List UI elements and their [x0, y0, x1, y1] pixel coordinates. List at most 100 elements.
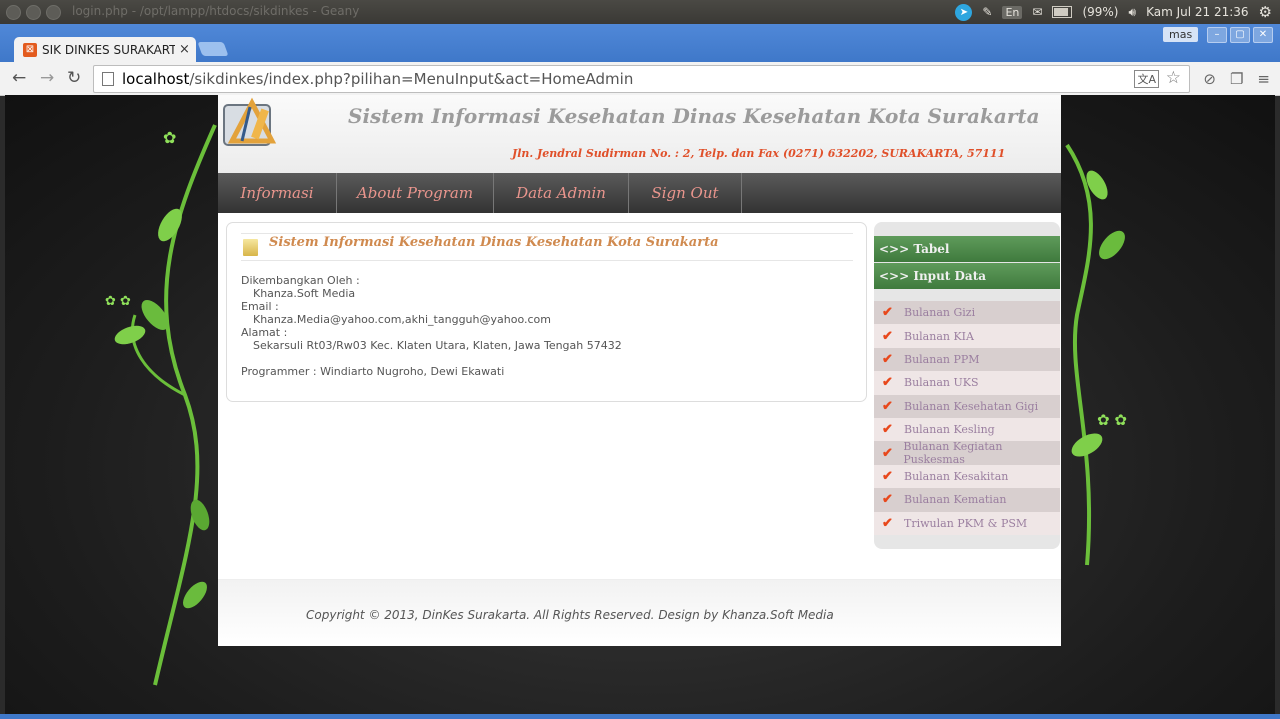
sidebar-item-label: Bulanan Gizi	[904, 306, 976, 320]
maximize-window-icon[interactable]	[46, 5, 61, 20]
right-vine-decoration: ✿ ✿	[1065, 143, 1127, 566]
close-icon[interactable]: ✕	[1253, 27, 1273, 43]
email-value: Khanza.Media@yahoo.com,akhi_tangguh@yaho…	[253, 313, 551, 326]
info-text: Dikembangkan Oleh : Khanza.Soft Media Em…	[241, 274, 622, 378]
mail-icon[interactable]: ✉	[1032, 5, 1042, 19]
battery-percent: (99%)	[1082, 5, 1119, 19]
forward-arrow-icon[interactable]: →	[40, 68, 54, 88]
sidebar-item-label: Bulanan PPM	[904, 352, 980, 366]
menu-item-informasi[interactable]: Informasi	[218, 173, 337, 213]
gear-icon[interactable]: ⚙	[1259, 3, 1272, 21]
address-value: Sekarsuli Rt03/Rw03 Kec. Klaten Utara, K…	[253, 339, 622, 352]
svg-text:✿: ✿	[163, 128, 176, 147]
check-icon: ✔	[882, 515, 893, 531]
sidebar-item-label: Bulanan KIA	[904, 329, 974, 343]
browser-chrome: ⊠ SIK DINKES SURAKARTA × mas – ▢ ✕ ← → ↻…	[0, 24, 1280, 96]
window-title: login.php - /opt/lampp/htdocs/sikdinkes …	[72, 4, 360, 18]
content-title: Sistem Informasi Kesehatan Dinas Kesehat…	[269, 235, 719, 250]
sidebar-item-bulanan-kesling[interactable]: ✔ Bulanan Kesling	[874, 417, 1060, 442]
window-buttons[interactable]	[6, 5, 61, 20]
bookmark-star-icon[interactable]: ☆	[1166, 68, 1181, 88]
minimize-icon[interactable]: –	[1207, 27, 1227, 43]
sidebar-input-list: ✔ Bulanan Gizi ✔ Bulanan KIA ✔ Bulanan PPM …	[874, 301, 1060, 535]
url-host: localhost	[122, 70, 190, 88]
pen-icon[interactable]: ✎	[982, 5, 992, 19]
sidebar-item-bulanan-kesehatan-gigi[interactable]: ✔ Bulanan Kesehatan Gigi	[874, 394, 1060, 418]
new-tab-button[interactable]	[197, 42, 229, 56]
check-icon: ✔	[882, 375, 893, 391]
programmer-text: Programmer : Windiarto Nugroho, Dewi Eka…	[241, 365, 505, 378]
check-icon: ✔	[882, 468, 893, 484]
svg-text:✿ ✿: ✿ ✿	[105, 294, 131, 309]
sidebar-item-triwulan-pkm-psm[interactable]: ✔ Triwulan PKM & PSM	[874, 511, 1060, 535]
window-bottom-border	[0, 714, 1280, 719]
window-controls: – ▢ ✕	[1207, 27, 1273, 43]
battery-icon[interactable]	[1052, 6, 1073, 18]
tab-active[interactable]: ⊠ SIK DINKES SURAKARTA ×	[14, 37, 196, 62]
keyboard-layout[interactable]: En	[1002, 5, 1023, 19]
minimize-window-icon[interactable]	[26, 5, 41, 20]
menu-item-sign-out[interactable]: Sign Out	[629, 173, 742, 213]
sidebar-tabel[interactable]: <>> Tabel	[874, 236, 1060, 262]
sidebar-input-data[interactable]: <>> Input Data	[874, 263, 1060, 289]
developer-value: Khanza.Soft Media	[253, 287, 356, 300]
telegram-icon[interactable]: ➤	[955, 3, 973, 21]
sidebar-item-bulanan-ppm[interactable]: ✔ Bulanan PPM	[874, 347, 1060, 372]
profile-badge[interactable]: mas	[1163, 27, 1199, 42]
content-header: Sistem Informasi Kesehatan Dinas Kesehat…	[241, 233, 853, 261]
check-icon: ✔	[882, 398, 893, 414]
check-icon: ✔	[882, 422, 893, 438]
tab-title: SIK DINKES SURAKARTA	[42, 42, 175, 57]
clock[interactable]: Kam Jul 21 21:36	[1146, 5, 1248, 19]
volume-icon[interactable]: 🔊︎	[1129, 5, 1137, 20]
extension-icons: ⊘ ❐ ≡	[1203, 70, 1270, 88]
developer-label: Dikembangkan Oleh :	[241, 274, 360, 287]
extension-icon[interactable]: ❐	[1230, 70, 1243, 88]
sidebar-item-bulanan-uks[interactable]: ✔ Bulanan UKS	[874, 371, 1060, 395]
sidebar-item-bulanan-kegiatan-puskesmas[interactable]: ✔ Bulanan Kegiatan Puskesmas	[874, 440, 1060, 467]
address-bar[interactable]: localhost/sikdinkes/index.php?pilihan=Me…	[93, 65, 1190, 93]
translate-icon[interactable]: 文A	[1134, 70, 1159, 88]
sidebar-item-label: Bulanan Kesakitan	[904, 469, 1009, 483]
sidebar-item-bulanan-gizi[interactable]: ✔ Bulanan Gizi	[874, 301, 1060, 325]
check-icon: ✔	[882, 328, 893, 344]
sidebar-item-label: Bulanan UKS	[904, 376, 979, 390]
svg-text:✿ ✿: ✿ ✿	[1097, 411, 1127, 429]
sidebar-item-bulanan-kematian[interactable]: ✔ Bulanan Kematian	[874, 488, 1060, 512]
tab-strip: ⊠ SIK DINKES SURAKARTA × mas – ▢ ✕	[0, 24, 1280, 62]
tab-close-icon[interactable]: ×	[179, 42, 190, 57]
browser-toolbar: ← → ↻ localhost/sikdinkes/index.php?pili…	[0, 62, 1280, 96]
close-window-icon[interactable]	[6, 5, 21, 20]
menu-icon[interactable]: ≡	[1257, 70, 1270, 88]
sidebar-item-bulanan-kesakitan[interactable]: ✔ Bulanan Kesakitan	[874, 464, 1060, 489]
email-label: Email :	[241, 300, 279, 313]
sidebar-item-label: Triwulan PKM & PSM	[904, 516, 1028, 530]
menu-item-about-program[interactable]: About Program	[337, 173, 494, 213]
sidebar-item-label: Bulanan Kematian	[904, 493, 1007, 507]
back-arrow-icon[interactable]: ←	[12, 68, 26, 88]
site-address: Jln. Jendral Sudirman No. : 2, Telp. dan…	[512, 147, 1006, 160]
menu-item-data-admin[interactable]: Data Admin	[494, 173, 629, 213]
system-tray: ➤ ✎ En ✉ (99%) 🔊︎ Kam Jul 21 21:36 ⚙	[955, 3, 1272, 21]
check-icon: ✔	[882, 351, 893, 367]
address-label: Alamat :	[241, 326, 288, 339]
site-header: Sistem Informasi Kesehatan Dinas Kesehat…	[218, 95, 1061, 174]
sidebar: <>> Tabel <>> Input Data ✔ Bulanan Gizi ✔…	[874, 222, 1060, 549]
compass-icon[interactable]: ⊘	[1203, 70, 1216, 88]
document-icon	[243, 239, 258, 256]
page-viewport: ✿ ✿ ✿ ✿ ✿ ✿ Sistem Informasi Kesehatan D…	[5, 95, 1275, 714]
site-title: Sistem Informasi Kesehatan Dinas Kesehat…	[348, 104, 1040, 128]
maximize-icon[interactable]: ▢	[1230, 27, 1250, 43]
check-icon: ✔	[882, 445, 893, 461]
page-icon	[102, 72, 114, 86]
reload-icon[interactable]: ↻	[67, 68, 81, 88]
favicon-icon: ⊠	[23, 42, 37, 57]
sidebar-item-label: Bulanan Kegiatan Puskesmas	[903, 440, 1003, 467]
logo-icon	[223, 97, 277, 146]
sidebar-item-label: Bulanan Kesling	[904, 423, 995, 437]
left-vine-decoration: ✿ ✿ ✿ ✿	[105, 124, 217, 686]
os-top-bar: login.php - /opt/lampp/htdocs/sikdinkes …	[0, 0, 1280, 24]
copyright-text: Copyright © 2013, DinKes Surakarta. All …	[306, 608, 834, 622]
url-path: /sikdinkes/index.php?pilihan=MenuInput&a…	[189, 70, 634, 88]
sidebar-item-bulanan-kia[interactable]: ✔ Bulanan KIA	[874, 324, 1060, 348]
